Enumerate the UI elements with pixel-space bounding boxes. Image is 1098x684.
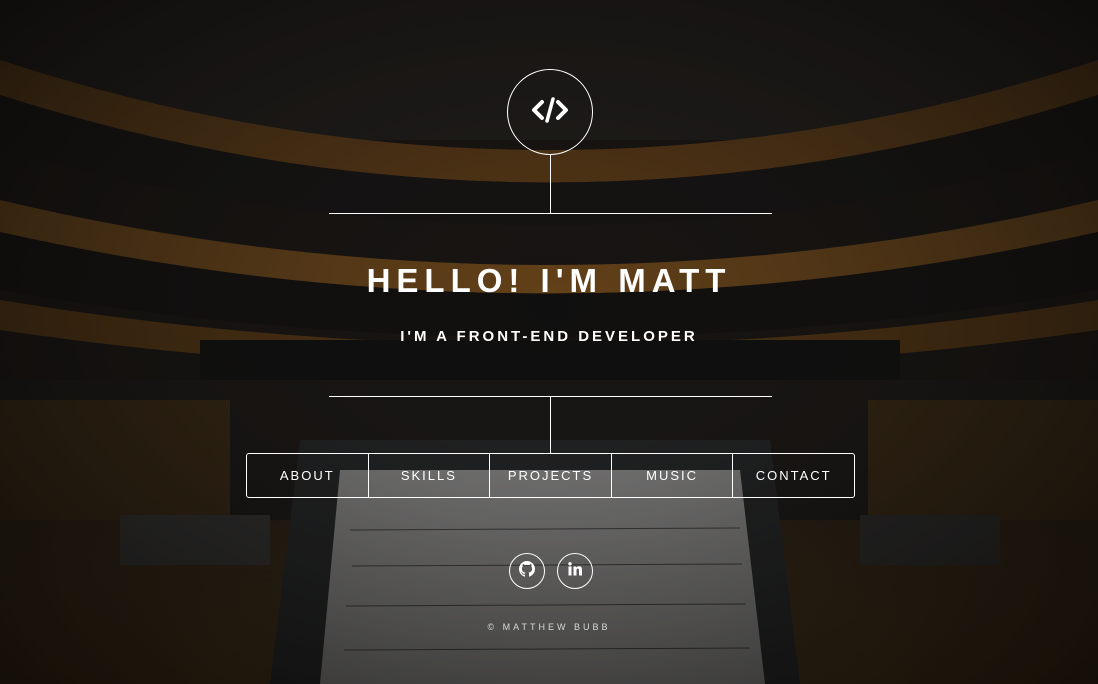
hero-subheadline: I'M A FRONT-END DEVELOPER bbox=[400, 328, 698, 345]
github-link[interactable] bbox=[509, 553, 545, 589]
linkedin-icon bbox=[568, 561, 582, 581]
nav-item-music[interactable]: MUSIC bbox=[612, 454, 734, 497]
divider-vertical-top bbox=[550, 155, 551, 213]
github-icon bbox=[519, 560, 535, 582]
footer-copyright: © MATTHEW BUBB bbox=[487, 622, 611, 632]
nav-item-contact[interactable]: CONTACT bbox=[733, 454, 854, 497]
nav-item-about[interactable]: ABOUT bbox=[247, 454, 369, 497]
code-icon bbox=[530, 96, 570, 129]
divider-top bbox=[329, 213, 772, 214]
nav-item-projects[interactable]: PROJECTS bbox=[490, 454, 612, 497]
main-nav: ABOUT SKILLS PROJECTS MUSIC CONTACT bbox=[246, 453, 855, 498]
linkedin-link[interactable] bbox=[557, 553, 593, 589]
divider-vertical-bottom bbox=[550, 396, 551, 453]
nav-item-skills[interactable]: SKILLS bbox=[369, 454, 491, 497]
hero-headline: HELLO! I'M MATT bbox=[366, 262, 732, 299]
logo bbox=[507, 69, 593, 155]
